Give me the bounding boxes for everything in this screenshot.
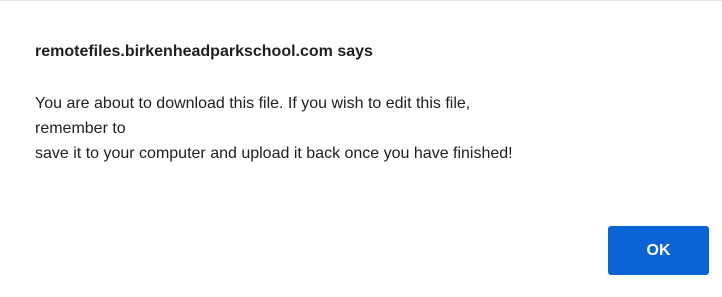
message-line: save it to your computer and upload it b… bbox=[35, 145, 513, 162]
message-line: You are about to download this file. If … bbox=[35, 95, 471, 112]
alert-dialog: remotefiles.birkenheadparkschool.com say… bbox=[0, 0, 722, 297]
dialog-message: You are about to download this file. If … bbox=[35, 91, 695, 166]
message-line: remember to bbox=[35, 120, 126, 137]
dialog-top-border bbox=[0, 0, 722, 1]
ok-button[interactable]: OK bbox=[608, 226, 709, 275]
dialog-title: remotefiles.birkenheadparkschool.com say… bbox=[35, 43, 373, 60]
